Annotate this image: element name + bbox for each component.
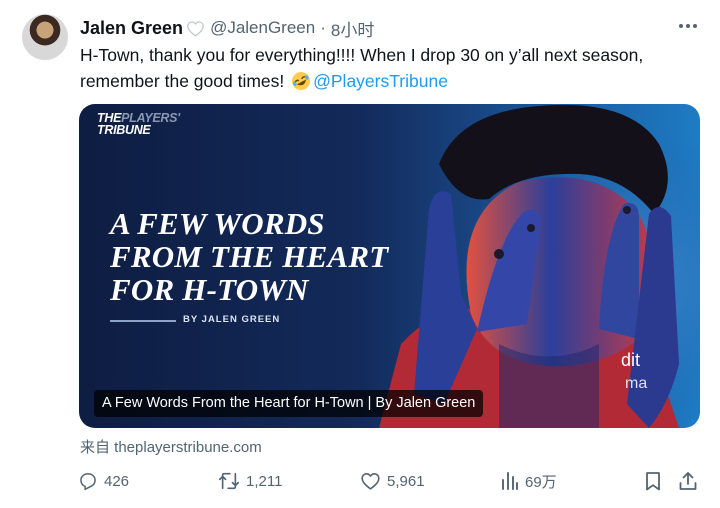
byline-rule	[110, 320, 176, 322]
svg-text:dit: dit	[621, 350, 640, 370]
like-button[interactable]: 5,961	[360, 470, 425, 492]
views-icon	[501, 471, 519, 491]
retweet-button[interactable]: 1,211	[218, 470, 282, 492]
bookmark-icon	[644, 471, 662, 491]
timestamp[interactable]: 8小时	[331, 16, 374, 41]
reply-icon	[78, 471, 98, 491]
separator-dot: ·	[320, 18, 326, 37]
players-tribune-logo: THEPLAYERS' TRIBUNE	[97, 111, 180, 137]
handle[interactable]: @JalenGreen	[210, 18, 315, 38]
avatar[interactable]	[22, 14, 68, 60]
reply-button[interactable]: 426	[78, 470, 129, 492]
retweet-count: 1,211	[246, 472, 283, 490]
card-headline: A FEW WORDS FROM THE HEART FOR H-TOWN	[110, 206, 389, 307]
share-button[interactable]	[678, 470, 698, 492]
card-source[interactable]: 来自 theplayerstribune.com	[80, 436, 262, 457]
card-caption[interactable]: A Few Words From the Heart for H-Town | …	[94, 390, 484, 417]
link-card[interactable]: dit ma THEPLAYERS' TRIBUNE A FEW WORDS F…	[79, 104, 700, 428]
action-bar: 426 1,211 5,961 69万	[78, 470, 700, 492]
like-count: 5,961	[387, 472, 425, 490]
tweet-header: Jalen Green @JalenGreen · 8小时	[80, 16, 374, 41]
heart-outline-icon	[186, 20, 205, 37]
tweet: Jalen Green @JalenGreen · 8小时 H-Town, th…	[0, 0, 720, 508]
rolling-laughing-emoji-icon	[291, 71, 311, 91]
views-button[interactable]: 69万	[501, 470, 557, 492]
retweet-icon	[218, 471, 240, 491]
reply-count: 426	[104, 472, 130, 490]
more-icon[interactable]	[676, 16, 700, 36]
tweet-text: H-Town, thank you for everything!!!! Whe…	[80, 42, 690, 94]
display-name[interactable]: Jalen Green	[80, 18, 183, 39]
svg-text:ma: ma	[625, 375, 647, 392]
card-byline: BY JALEN GREEN	[183, 314, 281, 325]
views-count: 69万	[525, 473, 557, 491]
share-icon	[678, 471, 698, 491]
like-icon	[360, 471, 381, 491]
mention-link[interactable]: @PlayersTribune	[313, 71, 448, 91]
bookmark-button[interactable]	[644, 470, 662, 492]
